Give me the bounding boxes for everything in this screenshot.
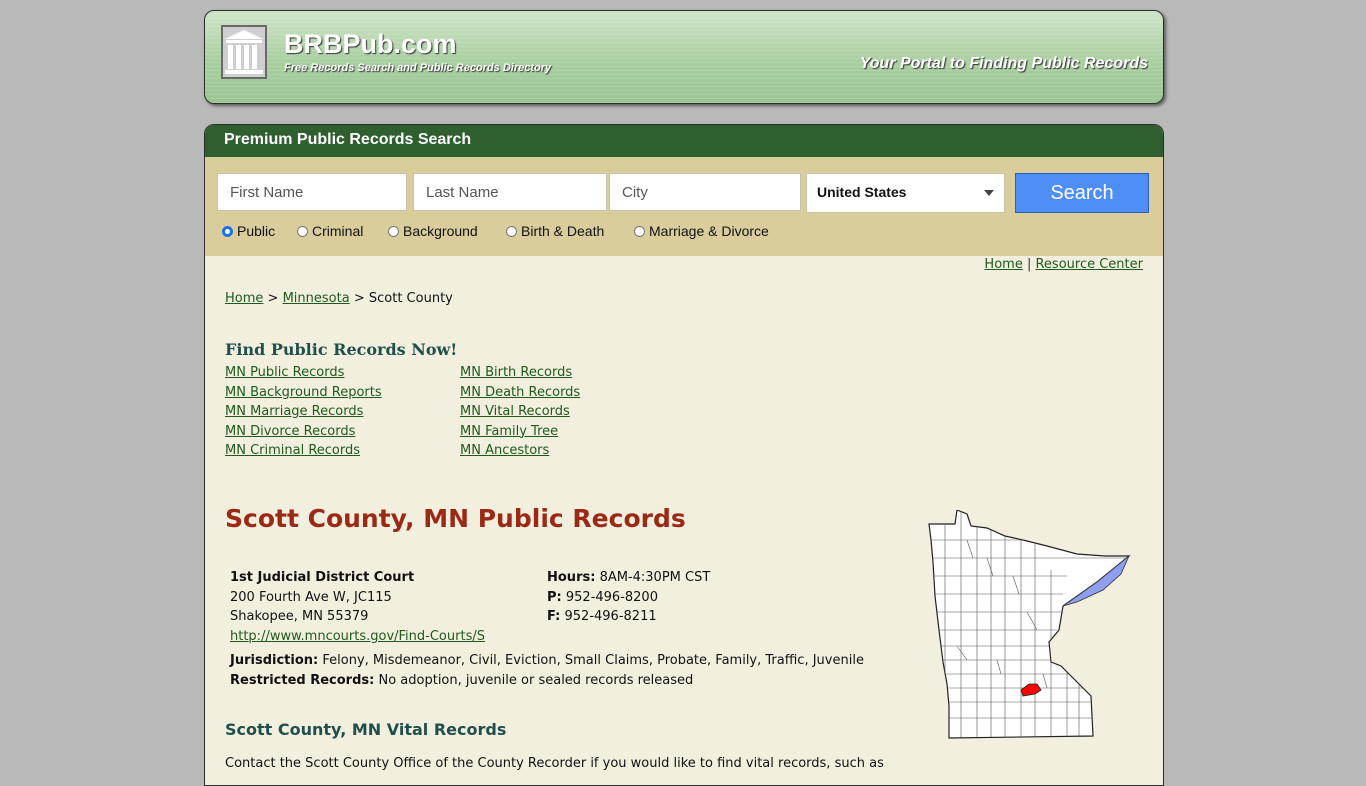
hours-label: Hours: bbox=[547, 570, 596, 585]
minnesota-county-map bbox=[928, 510, 1131, 739]
radio-dot[interactable] bbox=[297, 225, 308, 237]
radio-label: Criminal bbox=[312, 223, 364, 239]
fax-label: F: bbox=[547, 609, 561, 625]
breadcrumb-separator: > bbox=[267, 291, 279, 306]
top-link-separator: | bbox=[1026, 257, 1032, 272]
breadcrumb-state[interactable]: Minnesota bbox=[283, 291, 350, 306]
radio-criminal[interactable]: Criminal bbox=[297, 223, 363, 239]
court-contact: Hours: 8AM-4:30PM CST P: 952-496-8200 F:… bbox=[547, 568, 710, 627]
page-content: Home | Resource Center Home > Minnesota … bbox=[205, 256, 1163, 785]
jurisdiction-info: Jurisdiction: Felony, Misdemeanor, Civil… bbox=[230, 651, 864, 690]
radio-dot[interactable] bbox=[634, 225, 645, 237]
main-panel: Premium Public Records Search United Sta… bbox=[204, 124, 1164, 786]
search-heading: Premium Public Records Search bbox=[205, 125, 1163, 157]
link-mn-divorce-records[interactable]: MN Divorce Records bbox=[225, 422, 382, 442]
records-links-right: MN Birth Records MN Death Records MN Vit… bbox=[460, 363, 580, 461]
courthouse-logo-icon[interactable] bbox=[219, 25, 269, 79]
radio-public[interactable]: Public bbox=[222, 223, 275, 239]
records-links-left: MN Public Records MN Background Reports … bbox=[225, 363, 382, 461]
court-info: 1st Judicial District Court 200 Fourth A… bbox=[230, 568, 485, 646]
search-button[interactable]: Search bbox=[1015, 173, 1149, 213]
site-tagline: Free Records Search and Public Records D… bbox=[284, 62, 552, 74]
restricted-value: No adoption, juvenile or sealed records … bbox=[378, 672, 694, 688]
first-name-input[interactable] bbox=[217, 173, 407, 211]
court-website-link[interactable]: http://www.mncourts.gov/Find-Courts/S bbox=[230, 629, 485, 644]
top-links: Home | Resource Center bbox=[984, 257, 1143, 272]
breadcrumb-separator: > bbox=[353, 291, 365, 306]
top-link-home[interactable]: Home bbox=[984, 257, 1022, 272]
breadcrumb-home[interactable]: Home bbox=[225, 291, 263, 306]
radio-label: Marriage & Divorce bbox=[649, 223, 769, 239]
link-mn-ancestors[interactable]: MN Ancestors bbox=[460, 441, 580, 461]
site-name[interactable]: BRBPub.com bbox=[284, 29, 457, 60]
hours-value: 8AM-4:30PM CST bbox=[599, 570, 711, 585]
link-mn-criminal-records[interactable]: MN Criminal Records bbox=[225, 441, 382, 461]
page-title: Scott County, MN Public Records bbox=[225, 504, 686, 533]
radio-dot[interactable] bbox=[506, 225, 517, 237]
link-mn-background-reports[interactable]: MN Background Reports bbox=[225, 383, 382, 403]
jurisdiction-label: Jurisdiction: bbox=[230, 653, 319, 668]
radio-marriage-divorce[interactable]: Marriage & Divorce bbox=[634, 223, 769, 239]
radio-birth-death[interactable]: Birth & Death bbox=[506, 223, 604, 239]
site-header: BRBPub.com Free Records Search and Publi… bbox=[204, 10, 1164, 104]
court-address-line1: 200 Fourth Ave W, JC115 bbox=[230, 589, 392, 605]
radio-label: Background bbox=[403, 223, 478, 239]
country-select-value: United States bbox=[817, 184, 907, 200]
court-name: 1st Judicial District Court bbox=[230, 570, 415, 585]
link-mn-marriage-records[interactable]: MN Marriage Records bbox=[225, 402, 382, 422]
link-mn-family-tree[interactable]: MN Family Tree bbox=[460, 422, 580, 442]
city-input[interactable] bbox=[609, 173, 801, 211]
radio-dot-selected[interactable] bbox=[222, 225, 233, 237]
court-address-line2: Shakopee, MN 55379 bbox=[230, 609, 369, 625]
country-select[interactable]: United States bbox=[806, 173, 1005, 213]
link-mn-public-records[interactable]: MN Public Records bbox=[225, 363, 382, 383]
top-link-resource-center[interactable]: Resource Center bbox=[1035, 257, 1143, 272]
chevron-down-icon bbox=[984, 190, 994, 196]
vital-records-text: Contact the Scott County Office of the C… bbox=[225, 756, 884, 771]
breadcrumb-current: Scott County bbox=[368, 291, 453, 306]
link-mn-vital-records[interactable]: MN Vital Records bbox=[460, 402, 580, 422]
radio-background[interactable]: Background bbox=[388, 223, 478, 239]
radio-label: Public bbox=[237, 223, 276, 239]
jurisdiction-value: Felony, Misdemeanor, Civil, Eviction, Sm… bbox=[322, 653, 864, 668]
phone-label: P: bbox=[547, 589, 562, 605]
find-records-title: Find Public Records Now! bbox=[225, 340, 458, 359]
search-form: United States Search Public Criminal Bac… bbox=[205, 157, 1163, 256]
radio-label: Birth & Death bbox=[521, 223, 605, 239]
link-mn-birth-records[interactable]: MN Birth Records bbox=[460, 363, 580, 383]
last-name-input[interactable] bbox=[413, 173, 607, 211]
link-mn-death-records[interactable]: MN Death Records bbox=[460, 383, 580, 403]
breadcrumb: Home > Minnesota > Scott County bbox=[225, 291, 453, 306]
radio-dot[interactable] bbox=[388, 225, 399, 237]
fax-value: 952-496-8211 bbox=[564, 609, 657, 625]
phone-value: 952-496-8200 bbox=[565, 589, 658, 605]
restricted-label: Restricted Records: bbox=[230, 672, 375, 688]
portal-slogan: Your Portal to Finding Public Records bbox=[859, 55, 1148, 72]
vital-records-title: Scott County, MN Vital Records bbox=[225, 720, 507, 739]
